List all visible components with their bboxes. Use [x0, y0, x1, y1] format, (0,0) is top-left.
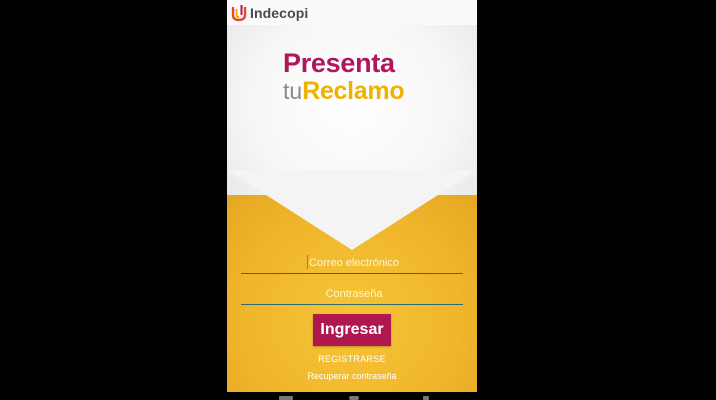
- brand-name: Indecopi: [250, 4, 309, 21]
- back-icon[interactable]: [279, 396, 293, 400]
- title-reclamo: Reclamo: [302, 77, 405, 105]
- title-tu-reclamo: tuReclamo: [283, 76, 405, 110]
- recents-icon[interactable]: [423, 396, 429, 400]
- phone-screen: Indecopi Presenta tuReclamo Ingresar REG…: [227, 0, 477, 400]
- recover-password-link[interactable]: Recuperar contraseña: [227, 371, 477, 381]
- indecopi-logo-icon: [231, 4, 247, 21]
- ingresar-button[interactable]: Ingresar: [313, 314, 391, 346]
- email-input[interactable]: [241, 251, 467, 275]
- email-field[interactable]: [241, 251, 467, 275]
- title-presenta: Presenta: [283, 48, 395, 78]
- title-tu: tu: [283, 78, 303, 104]
- password-input[interactable]: [241, 282, 467, 306]
- text-cursor: [307, 255, 308, 269]
- app-bar: Indecopi: [227, 0, 477, 25]
- register-link[interactable]: REGISTRARSE: [227, 354, 477, 364]
- system-nav-bar: [227, 392, 477, 400]
- envelope-flap: [227, 170, 477, 250]
- password-field[interactable]: [241, 282, 467, 306]
- home-icon[interactable]: [349, 396, 359, 400]
